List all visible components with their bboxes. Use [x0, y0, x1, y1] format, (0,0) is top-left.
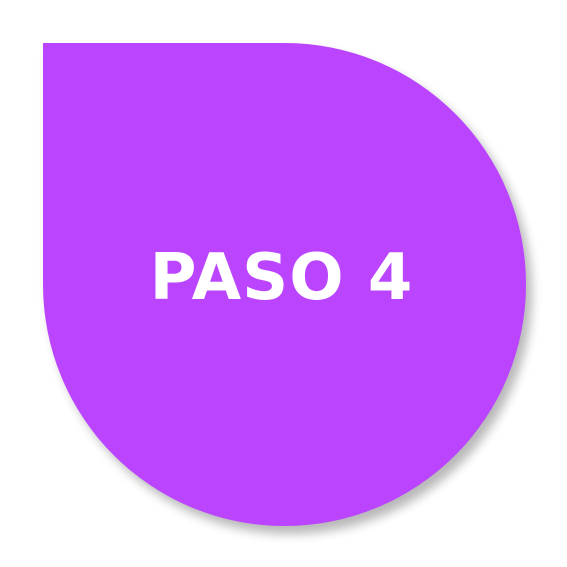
step-badge: PASO 4: [43, 43, 526, 526]
canvas: PASO 4: [0, 0, 567, 567]
step-label: PASO 4: [149, 240, 414, 315]
